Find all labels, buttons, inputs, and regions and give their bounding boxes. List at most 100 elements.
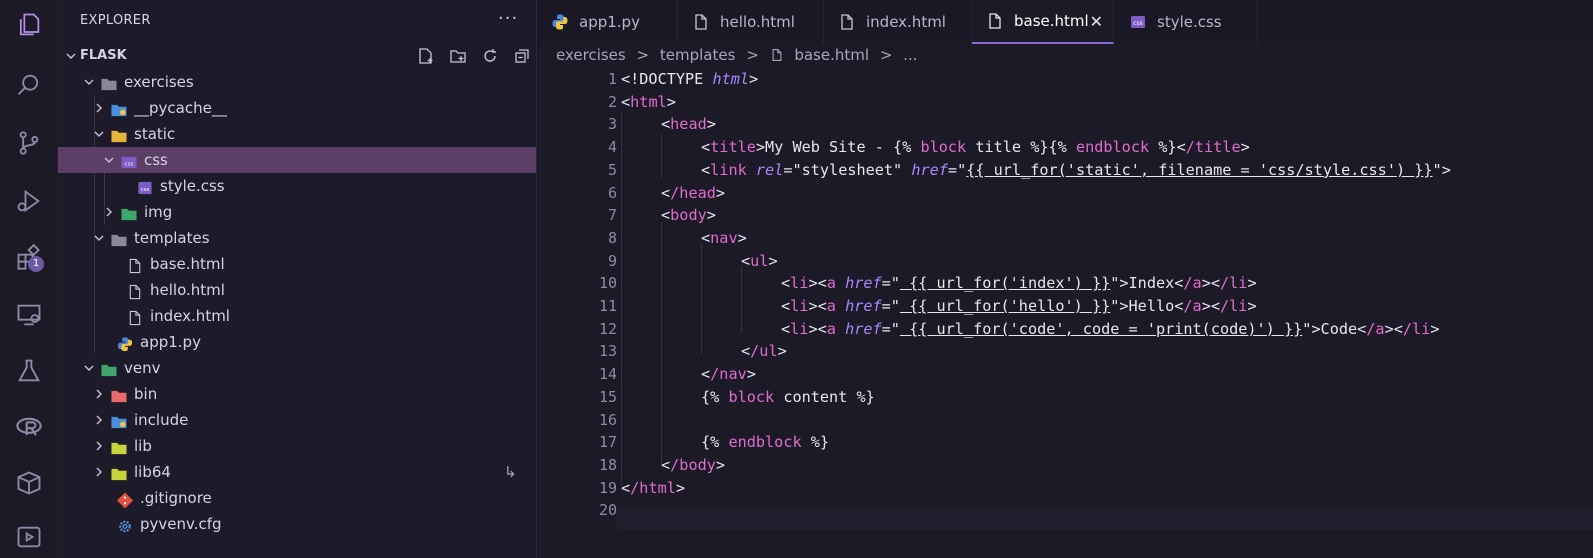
testing-icon[interactable] xyxy=(12,354,46,388)
breadcrumb-item[interactable]: exercises xyxy=(556,46,626,64)
remote-explorer-icon[interactable] xyxy=(12,298,46,332)
code-line: <ul> xyxy=(741,251,778,270)
package-icon[interactable] xyxy=(12,466,46,500)
code-line: </head> xyxy=(661,183,726,202)
folder-icon xyxy=(110,126,128,143)
r-language-icon[interactable] xyxy=(12,410,46,444)
close-icon[interactable]: ✕ xyxy=(1090,12,1103,31)
tree-item[interactable]: __pycache__ xyxy=(58,95,536,121)
media-play-icon[interactable] xyxy=(12,520,46,554)
chevron-down-icon xyxy=(64,43,78,69)
chevron-right-icon[interactable] xyxy=(92,407,106,433)
tree-item[interactable]: hello.html xyxy=(58,277,536,303)
line-number: 17 xyxy=(598,433,617,452)
chevron-right-icon[interactable] xyxy=(102,199,116,225)
line-number: 5 xyxy=(607,160,617,179)
tree-item-label: app1.py xyxy=(140,333,201,351)
indent-guide xyxy=(741,266,742,332)
explorer-title: EXPLORER xyxy=(80,13,151,28)
line-number: 16 xyxy=(598,410,617,429)
file-icon xyxy=(989,13,1001,29)
breadcrumb-item[interactable]: base.html xyxy=(794,46,869,64)
python-icon xyxy=(116,334,134,352)
tab-label: style.css xyxy=(1157,13,1222,31)
breadcrumb-separator: > xyxy=(879,46,893,64)
tree-item[interactable]: static xyxy=(58,121,536,147)
tree-item[interactable]: css style.css xyxy=(58,173,536,199)
chevron-down-icon[interactable] xyxy=(92,225,106,251)
line-number: 2 xyxy=(607,92,617,111)
tab-app1-py[interactable]: app1.py xyxy=(537,0,678,44)
tab-hello-html[interactable]: hello.html xyxy=(678,0,824,44)
more-actions-icon[interactable]: ··· xyxy=(498,8,518,29)
explorer-icon[interactable] xyxy=(12,8,46,42)
explorer-actions xyxy=(416,46,532,66)
tree-item[interactable]: base.html xyxy=(58,251,536,277)
tree-item[interactable]: img xyxy=(58,199,536,225)
tab-base-html[interactable]: base.html ✕ xyxy=(972,0,1114,44)
tree-item[interactable]: css css xyxy=(58,147,536,173)
python-icon xyxy=(552,14,568,30)
tab-style-css[interactable]: css style.css xyxy=(1115,0,1258,44)
chevron-right-icon[interactable] xyxy=(92,95,106,121)
line-number: 20 xyxy=(598,501,617,520)
chevron-right-icon[interactable] xyxy=(92,381,106,407)
file-icon xyxy=(695,14,707,30)
indent-guide xyxy=(661,222,662,464)
tree-item-label: img xyxy=(144,203,173,221)
tree-item-label: bin xyxy=(134,385,158,403)
tree-item[interactable]: lib xyxy=(58,433,536,459)
tree-item[interactable]: exercises xyxy=(58,69,536,95)
file-icon xyxy=(841,14,853,30)
folder-icon xyxy=(100,360,118,377)
chevron-down-icon[interactable] xyxy=(102,147,116,173)
folder-icon xyxy=(120,204,138,221)
tree-item[interactable]: bin xyxy=(58,381,536,407)
collapse-all-icon[interactable] xyxy=(512,46,532,66)
svg-text:css: css xyxy=(1133,20,1143,27)
line-number: 6 xyxy=(607,183,617,202)
tree-item-label: hello.html xyxy=(150,281,225,299)
chevron-down-icon[interactable] xyxy=(82,355,96,381)
line-number: 13 xyxy=(598,342,617,361)
file-icon xyxy=(126,308,144,326)
code-line: <nav> xyxy=(701,228,747,247)
css-file-icon: css xyxy=(136,178,154,195)
tree-item[interactable]: venv xyxy=(58,355,536,381)
line-number: 12 xyxy=(598,319,617,338)
new-folder-icon[interactable] xyxy=(448,46,468,66)
tree-item[interactable]: .gitignore xyxy=(58,485,536,511)
indent-guide xyxy=(621,112,622,486)
tab-index-html[interactable]: index.html xyxy=(824,0,972,44)
refresh-icon[interactable] xyxy=(480,46,500,66)
folder-icon xyxy=(110,100,128,117)
tree-item-label: index.html xyxy=(150,307,230,325)
chevron-down-icon[interactable] xyxy=(92,121,106,147)
tree-item[interactable]: index.html xyxy=(58,303,536,329)
symlink-icon: ↳ xyxy=(504,463,517,481)
chevron-down-icon[interactable] xyxy=(82,69,96,95)
tab-label: app1.py xyxy=(579,13,640,31)
new-file-icon[interactable] xyxy=(416,46,436,66)
chevron-right-icon[interactable] xyxy=(92,459,106,485)
breadcrumb-item[interactable]: ... xyxy=(903,46,917,64)
extensions-badge: 1 xyxy=(28,256,44,272)
tree-item[interactable]: lib64 ↳ xyxy=(58,459,536,485)
run-debug-icon[interactable] xyxy=(12,184,46,218)
breadcrumb-item[interactable]: templates xyxy=(660,46,736,64)
tree-item[interactable]: app1.py xyxy=(58,329,536,355)
tree-item-label: lib xyxy=(134,437,152,455)
tree-item[interactable]: include xyxy=(58,407,536,433)
line-number: 15 xyxy=(598,387,617,406)
chevron-right-icon[interactable] xyxy=(92,433,106,459)
code-line: </html> xyxy=(621,478,686,497)
tree-item[interactable]: pyvenv.cfg xyxy=(58,511,536,537)
code-line: <li><a href=" {{ url_for('hello') }}">He… xyxy=(781,297,1257,315)
tree-item[interactable]: templates xyxy=(58,225,536,251)
tree-item-label: base.html xyxy=(150,255,225,273)
folder-icon xyxy=(110,412,128,429)
search-icon[interactable] xyxy=(12,68,46,102)
code-line: {% block content %} xyxy=(701,387,875,406)
tree-item-label: style.css xyxy=(160,177,225,195)
source-control-icon[interactable] xyxy=(12,126,46,160)
